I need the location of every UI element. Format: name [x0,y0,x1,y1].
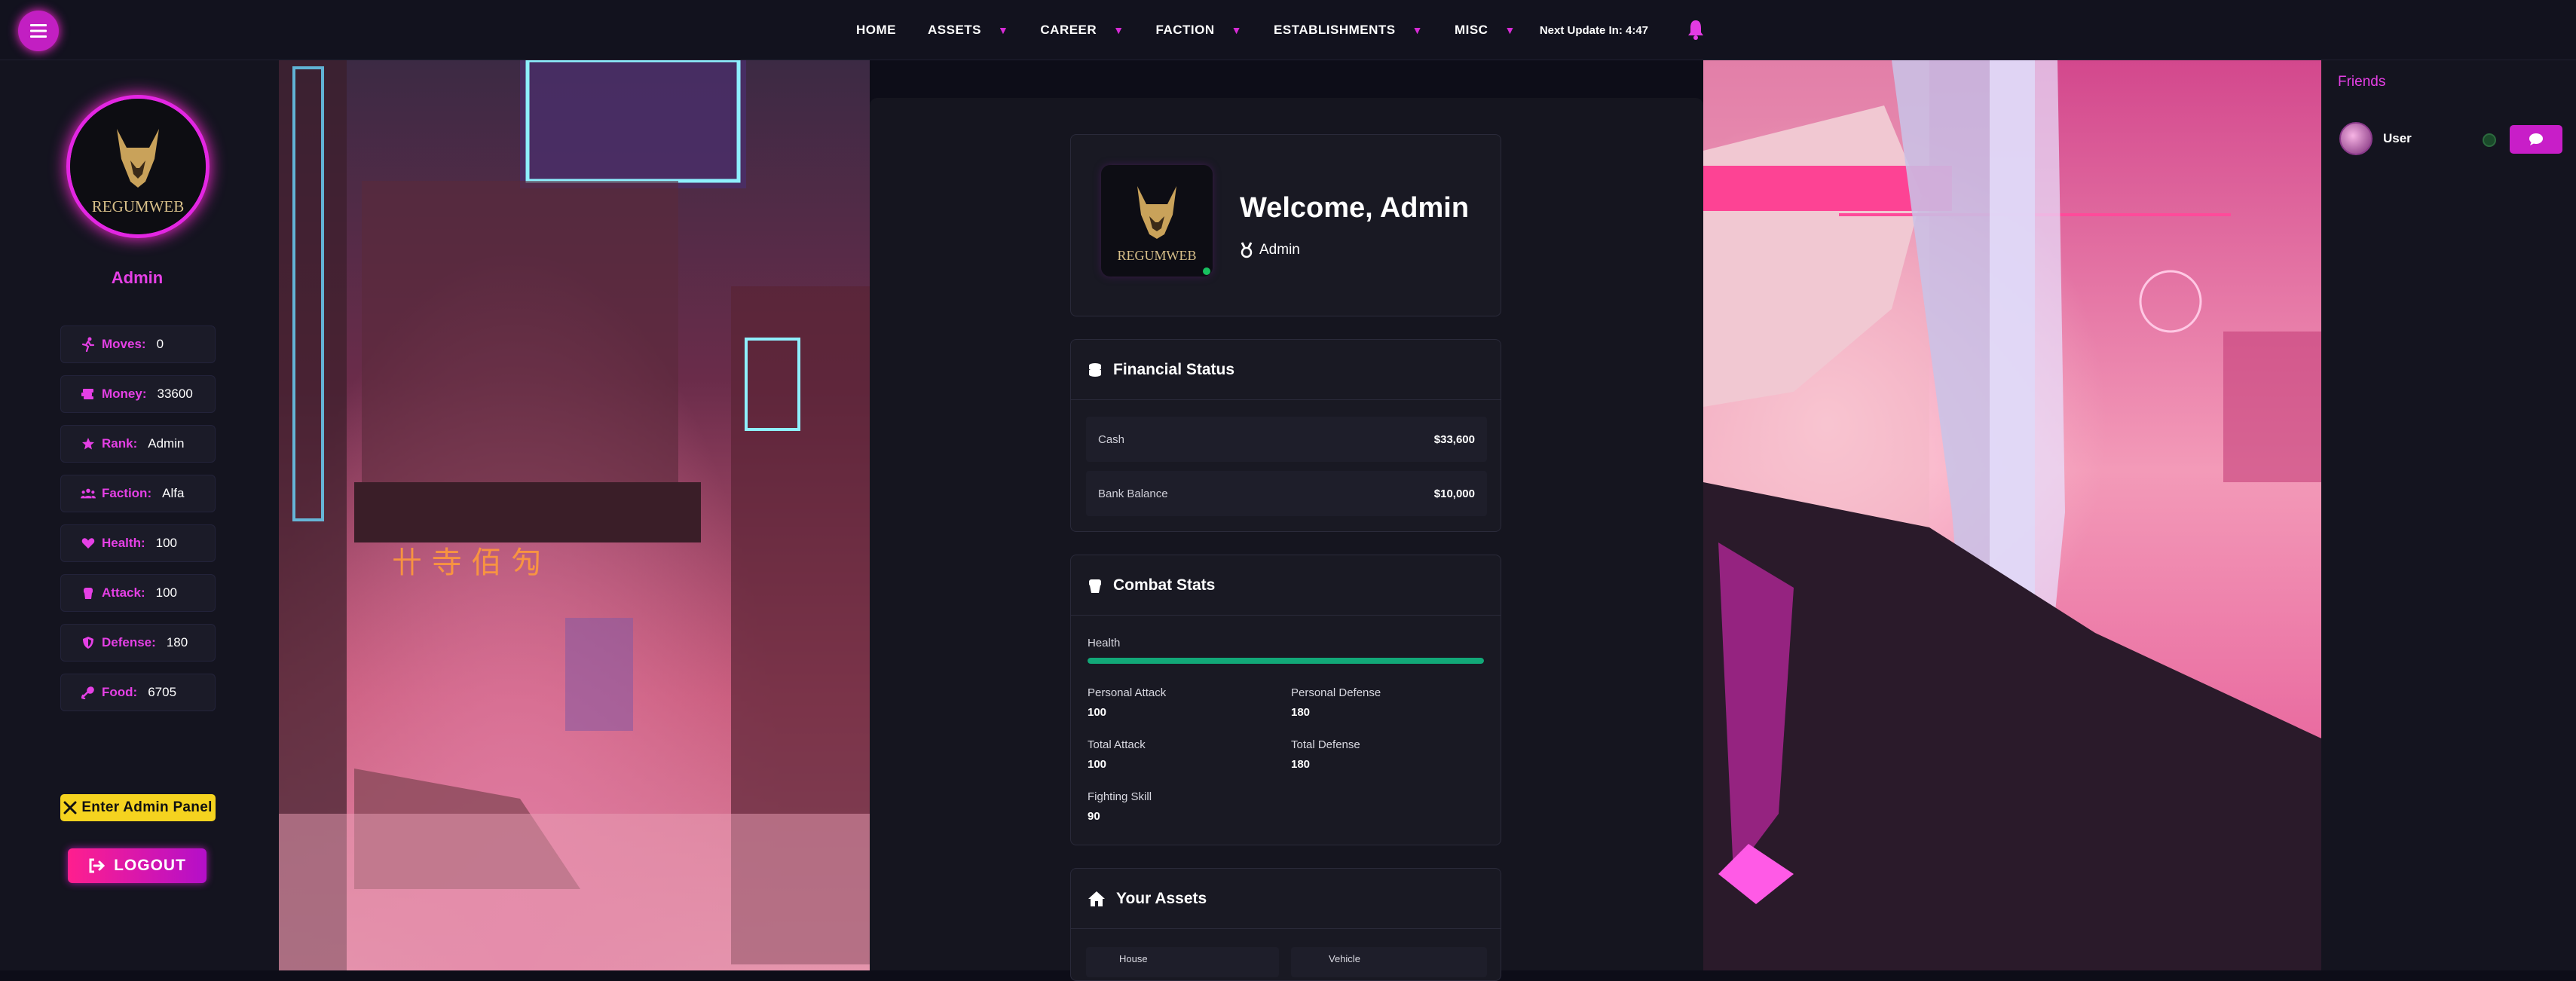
friends-title: Friends [2338,74,2386,90]
total-defense-value: 180 [1291,758,1311,771]
stat-money: Money: 33600 [60,375,216,413]
svg-text:卄 寺 佰 勼: 卄 寺 佰 勼 [392,546,541,580]
friend-avatar[interactable] [2339,122,2373,155]
caret-down-icon: ▼ [1412,24,1423,36]
cyberpunk-woman-image [1703,60,2321,970]
profile-avatar[interactable]: REGUMWEB [66,95,210,238]
friends-sidebar: Friends User [2321,60,2576,970]
hamburger-menu-button[interactable] [18,11,59,51]
wolf-logo-image: REGUMWEB [70,99,206,234]
user-role: Admin [1240,242,1300,258]
left-sidebar: REGUMWEB Admin Moves: 0 Money: 33600 Ran… [0,60,279,970]
nav-assets[interactable]: ASSETS ▼ [928,23,1008,38]
fist-icon [81,586,96,600]
personal-attack-value: 100 [1088,706,1107,719]
house-icon [1088,891,1105,906]
welcome-card: REGUMWEB Welcome, Admin Admin [1070,134,1501,316]
bank-balance-row: Bank Balance $10,000 [1086,471,1487,516]
total-attack-label: Total Attack [1088,738,1146,751]
star-icon [81,437,96,451]
tools-icon [63,801,77,814]
total-attack-value: 100 [1088,758,1107,771]
your-assets-header: Your Assets [1071,869,1501,929]
notification-bell-icon[interactable] [1687,19,1705,44]
background-art-right [1703,60,2321,970]
money-icon [81,388,96,400]
total-defense-label: Total Defense [1291,738,1360,751]
fighting-skill-label: Fighting Skill [1088,790,1152,803]
chat-bubble-icon [2529,133,2543,145]
friend-name[interactable]: User [2383,131,2412,146]
background-art-left: 卄 寺 佰 勼 [279,60,870,970]
cash-row: Cash $33,600 [1086,417,1487,462]
coins-icon [1089,362,1101,377]
nav-faction[interactable]: FACTION ▼ [1156,23,1242,38]
caret-down-icon: ▼ [1231,24,1243,36]
users-icon [81,487,96,500]
admin-panel-button[interactable]: Enter Admin Panel [60,794,216,821]
fighting-skill-value: 90 [1088,810,1100,823]
nav-career[interactable]: CAREER ▼ [1040,23,1124,38]
heart-icon [81,537,96,549]
your-assets-card: Your Assets House Vehicle [1070,868,1501,981]
caret-down-icon: ▼ [998,24,1009,36]
sidebar-username: Admin [111,268,164,287]
friend-status-dot [2483,133,2496,147]
hamburger-icon [30,24,47,38]
fist-icon [1089,579,1101,593]
health-label: Health [1088,637,1121,649]
personal-attack-label: Personal Attack [1088,686,1167,699]
combat-stats-card: Combat Stats Health Personal Attack 100 … [1070,555,1501,845]
combat-stats-header: Combat Stats [1071,555,1501,616]
stat-moves: Moves: 0 [60,325,216,363]
message-friend-button[interactable] [2510,125,2562,154]
nav-misc[interactable]: MISC ▼ [1455,23,1516,38]
online-status-dot [1203,267,1210,275]
caret-down-icon: ▼ [1504,24,1516,36]
welcome-title: Welcome, Admin [1240,192,1470,224]
top-navbar: HOME ASSETS ▼ CAREER ▼ FACTION ▼ ESTABLISHM… [0,0,2576,60]
health-bar-fill [1088,658,1484,664]
stat-rank: Rank: Admin [60,425,216,463]
svg-text:REGUMWEB: REGUMWEB [92,197,185,215]
financial-status-header: Financial Status [1071,340,1501,400]
caret-down-icon: ▼ [1113,24,1124,36]
stat-defense: Defense: 180 [60,624,216,662]
cyberpunk-street-image: 卄 寺 佰 勼 [279,60,870,970]
stat-food: Food: 6705 [60,674,216,711]
nav-home[interactable]: HOME [856,23,896,38]
stat-health: Health: 100 [60,524,216,562]
nav-establishments[interactable]: ESTABLISHMENTS ▼ [1274,23,1423,38]
nav-links: HOME ASSETS ▼ CAREER ▼ FACTION ▼ ESTABLISHM… [856,0,1648,60]
health-bar [1088,658,1484,664]
stat-attack: Attack: 100 [60,574,216,612]
asset-house[interactable]: House [1086,947,1279,977]
asset-vehicle[interactable]: Vehicle [1291,947,1487,977]
svg-text:REGUMWEB: REGUMWEB [1118,248,1197,263]
stat-faction: Faction: Alfa [60,475,216,512]
wolf-logo-image: REGUMWEB [1118,186,1197,263]
personal-defense-value: 180 [1291,706,1311,719]
drumstick-icon [81,686,96,699]
shield-icon [81,636,96,649]
next-update-timer: Next Update In: 4:47 [1539,23,1649,37]
logout-button[interactable]: LOGOUT [68,848,207,883]
running-icon [81,337,96,352]
personal-defense-label: Personal Defense [1291,686,1381,699]
welcome-avatar: REGUMWEB [1101,165,1213,277]
financial-status-card: Financial Status Cash $33,600 Bank Balan… [1070,339,1501,532]
logout-icon [89,858,106,873]
medal-icon [1241,242,1253,258]
